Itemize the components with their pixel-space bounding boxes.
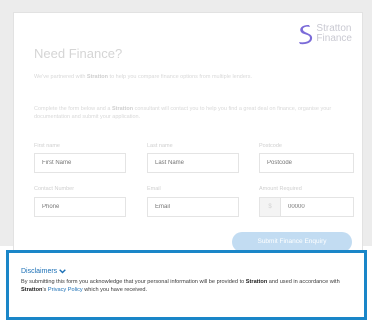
disclaimers-toggle[interactable]: Disclaimers	[21, 268, 66, 275]
last-name-label: Last name	[147, 143, 173, 149]
contact-number-label: Contact Number	[34, 186, 75, 192]
privacy-policy-link[interactable]: Privacy Policy	[48, 287, 83, 293]
postcode-input[interactable]	[259, 153, 354, 173]
phone-input[interactable]	[34, 197, 126, 217]
stratton-finance-logo: Stratton Finance	[297, 23, 352, 45]
email-label: Email	[147, 186, 161, 192]
first-name-label: First name	[34, 143, 60, 149]
amount-currency-prefix: $	[259, 197, 281, 217]
chevron-down-icon	[59, 269, 66, 274]
amount-input[interactable]	[280, 197, 354, 217]
form-title: Need Finance?	[34, 46, 123, 61]
logo-text-line2: Finance	[316, 33, 352, 44]
postcode-label: Postcode	[259, 143, 282, 149]
instructions-text: Complete the form below and a Stratton c…	[34, 106, 332, 120]
email-input[interactable]	[147, 197, 239, 217]
disclaimer-section: Disclaimers By submitting this form you …	[6, 250, 367, 320]
disclaimers-title: Disclaimers	[21, 268, 58, 275]
amount-required-label: Amount Required	[259, 186, 302, 192]
last-name-input[interactable]	[147, 153, 239, 173]
first-name-input[interactable]	[34, 153, 126, 173]
intro-text: We've partnered with Stratton to help yo…	[34, 74, 253, 80]
disclaimer-text: By submitting this form you acknowledge …	[21, 279, 340, 293]
stratton-logo-icon	[299, 25, 313, 45]
submit-finance-enquiry-button[interactable]: Submit Finance Enquiry	[232, 232, 352, 252]
